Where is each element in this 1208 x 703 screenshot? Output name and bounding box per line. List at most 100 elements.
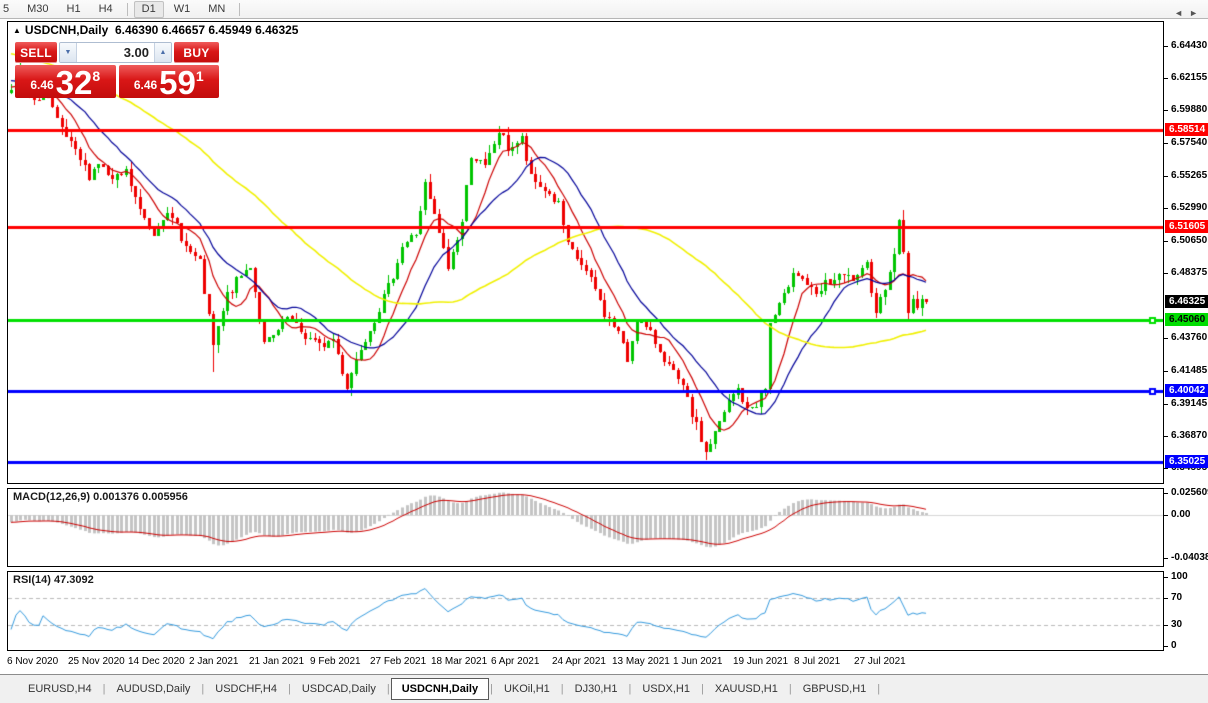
tab-separator: | (701, 683, 704, 695)
collapse-triangle-icon[interactable]: ▲ (13, 26, 21, 35)
axis-tick-mark (1164, 176, 1168, 177)
tab-separator: | (877, 683, 880, 695)
chart-title: ▲USDCNH,Daily 6.46390 6.46657 6.45949 6.… (13, 23, 298, 37)
toolbar-separator (127, 3, 128, 16)
price-tick-label: 6.50650 (1171, 235, 1207, 246)
macd-tick-label: 0.00 (1171, 509, 1190, 520)
price-tick-label: 6.39145 (1171, 398, 1207, 409)
timeframe-button-w1[interactable]: W1 (166, 1, 199, 18)
buy-button[interactable]: BUY (174, 42, 219, 63)
date-tick-label: 14 Dec 2020 (128, 656, 185, 667)
axis-tick-mark (1164, 208, 1168, 209)
price-axis: 6.644306.621556.598806.575406.552656.529… (1164, 21, 1208, 653)
timeframe-button-m30[interactable]: M30 (19, 1, 56, 18)
tabs-scroll-left-icon[interactable]: ◄ (1174, 8, 1189, 18)
volume-input[interactable] (77, 43, 154, 62)
axis-tick-mark (1164, 625, 1168, 626)
price-line-label: 6.35025 (1165, 455, 1208, 468)
chart-tab-usdx[interactable]: USDX,H1 (632, 679, 700, 699)
chart-tab-usdcad[interactable]: USDCAD,Daily (292, 679, 386, 699)
axis-tick-mark (1164, 515, 1168, 516)
tab-separator: | (789, 683, 792, 695)
timeframe-button-mn[interactable]: MN (200, 1, 233, 18)
tab-scroll-arrows: ◄► (1174, 8, 1204, 18)
chart-symbol-label: USDCNH,Daily (25, 23, 108, 37)
sell-price-sup: 8 (92, 68, 100, 84)
chart-tab-eurusd[interactable]: EURUSD,H4 (18, 679, 102, 699)
date-tick-label: 6 Nov 2020 (7, 656, 58, 667)
axis-tick-mark (1164, 110, 1168, 111)
buy-price-big: 59 (159, 69, 196, 96)
timeframe-button-5[interactable]: 5 (1, 1, 17, 18)
date-tick-label: 8 Jul 2021 (794, 656, 840, 667)
buy-price-prefix: 6.46 (134, 78, 157, 92)
date-tick-label: 1 Jun 2021 (673, 656, 723, 667)
axis-tick-mark (1164, 436, 1168, 437)
axis-tick-mark (1164, 241, 1168, 242)
axis-tick-mark (1164, 143, 1168, 144)
rsi-canvas[interactable] (8, 572, 1163, 650)
tabs-scroll-right-icon[interactable]: ► (1189, 8, 1204, 18)
axis-tick-mark (1164, 468, 1168, 469)
chart-tab-audusd[interactable]: AUDUSD,Daily (106, 679, 200, 699)
price-line-label: 6.58514 (1165, 123, 1208, 136)
timeframe-button-h4[interactable]: H4 (91, 1, 121, 18)
chart-tab-gbpusd[interactable]: GBPUSD,H1 (793, 679, 877, 699)
tab-separator: | (490, 683, 493, 695)
price-tick-label: 6.48375 (1171, 267, 1207, 278)
date-tick-label: 24 Apr 2021 (552, 656, 606, 667)
date-tick-label: 21 Jan 2021 (249, 656, 304, 667)
tab-separator: | (561, 683, 564, 695)
date-tick-label: 27 Jul 2021 (854, 656, 906, 667)
macd-tick-label: -0.040386 (1171, 552, 1208, 563)
chart-tab-xauusd[interactable]: XAUUSD,H1 (705, 679, 788, 699)
sell-price-prefix: 6.46 (30, 78, 53, 92)
chart-tab-ukoil[interactable]: UKOil,H1 (494, 679, 560, 699)
price-line-label: 6.46325 (1165, 295, 1208, 308)
tab-separator: | (201, 683, 204, 695)
macd-tick-label: 0.025609 (1171, 487, 1208, 498)
axis-tick-mark (1164, 46, 1168, 47)
buy-price-display[interactable]: 6.46591 (119, 65, 220, 98)
tab-separator: | (288, 683, 291, 695)
volume-decrease-icon[interactable]: ▼ (60, 43, 77, 62)
macd-indicator-label: MACD(12,26,9) 0.001376 0.005956 (13, 491, 188, 503)
chart-tab-usdcnh[interactable]: USDCNH,Daily (391, 678, 489, 700)
axis-tick-mark (1164, 646, 1168, 647)
price-tick-label: 6.57540 (1171, 137, 1207, 148)
macd-name: MACD(12,26,9) (13, 491, 90, 503)
price-tick-label: 6.59880 (1171, 104, 1207, 115)
date-axis: 6 Nov 202025 Nov 202014 Dec 20202 Jan 20… (7, 654, 1164, 671)
price-tick-label: 6.64430 (1171, 40, 1207, 51)
date-tick-label: 19 Jun 2021 (733, 656, 788, 667)
price-tick-label: 6.43760 (1171, 332, 1207, 343)
price-line-label: 6.51605 (1165, 220, 1208, 233)
date-tick-label: 9 Feb 2021 (310, 656, 361, 667)
price-tick-label: 6.62155 (1171, 72, 1207, 83)
buy-price-sup: 1 (196, 68, 204, 84)
tab-separator: | (628, 683, 631, 695)
volume-stepper: ▼ ▲ (59, 42, 172, 63)
rsi-tick-label: 100 (1171, 571, 1188, 582)
volume-increase-icon[interactable]: ▲ (154, 43, 171, 62)
axis-tick-mark (1164, 598, 1168, 599)
price-line-label: 6.45060 (1165, 313, 1208, 326)
rsi-indicator-label: RSI(14) 47.3092 (13, 574, 94, 586)
timeframe-button-h1[interactable]: H1 (59, 1, 89, 18)
tab-separator: | (387, 683, 390, 695)
symbol-tab-bar: EURUSD,H4|AUDUSD,Daily|USDCHF,H4|USDCAD,… (0, 674, 1208, 703)
date-tick-label: 13 May 2021 (612, 656, 670, 667)
timeframe-button-d1[interactable]: D1 (134, 1, 164, 18)
rsi-tick-label: 0 (1171, 640, 1177, 651)
rsi-panel[interactable] (7, 571, 1164, 651)
sell-price-display[interactable]: 6.46328 (15, 65, 116, 98)
timeframe-toolbar: 5M30H1H4 D1W1MN (0, 0, 1208, 19)
tab-separator: | (103, 683, 106, 695)
price-tick-label: 6.55265 (1171, 170, 1207, 181)
rsi-tick-label: 70 (1171, 592, 1182, 603)
one-click-trade-panel: SELL ▼ ▲ BUY 6.46328 6.46591 (15, 42, 219, 98)
chart-tab-dj30[interactable]: DJ30,H1 (565, 679, 628, 699)
chart-tab-usdchf[interactable]: USDCHF,H4 (205, 679, 287, 699)
price-tick-label: 6.41485 (1171, 365, 1207, 376)
sell-button[interactable]: SELL (15, 42, 57, 63)
